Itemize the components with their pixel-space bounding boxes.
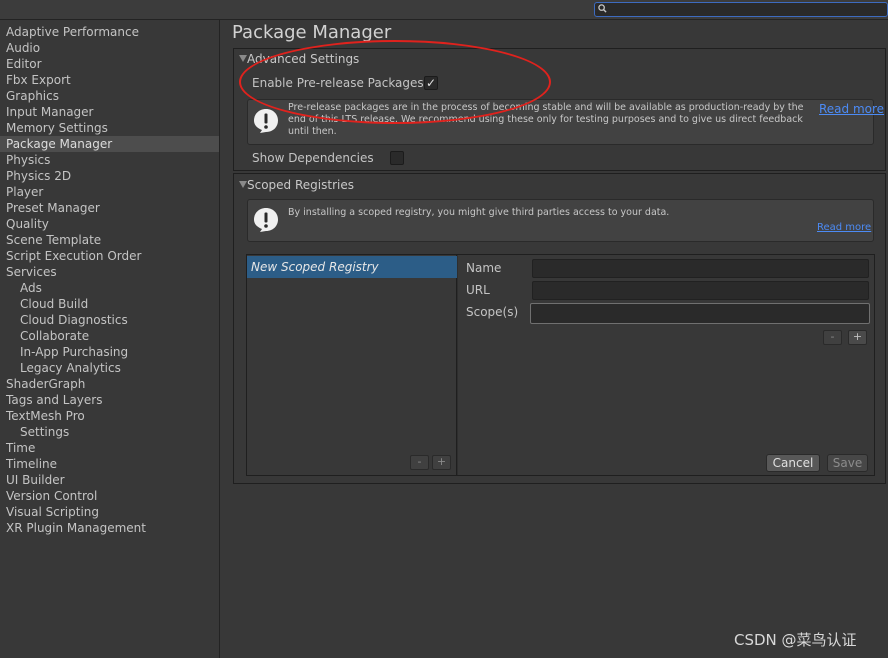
sidebar-item-scene-template[interactable]: Scene Template: [0, 232, 219, 248]
advanced-settings-header: Advanced Settings: [247, 52, 360, 66]
sidebar-item-memory-settings[interactable]: Memory Settings: [0, 120, 219, 136]
sidebar-item-script-execution-order[interactable]: Script Execution Order: [0, 248, 219, 264]
show-dependencies-checkbox[interactable]: [390, 151, 404, 165]
registry-details: Name URL Scope(s) - + Cancel Save: [458, 255, 874, 475]
sidebar-item-preset-manager[interactable]: Preset Manager: [0, 200, 219, 216]
add-registry-button[interactable]: +: [432, 455, 451, 470]
cancel-button[interactable]: Cancel: [766, 454, 820, 472]
sidebar-item-graphics[interactable]: Graphics: [0, 88, 219, 104]
sidebar-item-physics[interactable]: Physics: [0, 152, 219, 168]
advanced-settings-section: Advanced Settings Enable Pre-release Pac…: [233, 48, 886, 171]
search-field[interactable]: [594, 2, 888, 17]
prerelease-read-more-link[interactable]: Read more: [819, 102, 884, 116]
registry-list-item[interactable]: New Scoped Registry: [247, 256, 457, 278]
sidebar-item-fbx-export[interactable]: Fbx Export: [0, 72, 219, 88]
sidebar-item-collaborate[interactable]: Collaborate: [0, 328, 219, 344]
sidebar-item-settings[interactable]: Settings: [0, 424, 219, 440]
prerelease-help-text: Pre-release packages are in the process …: [288, 102, 804, 137]
add-scope-button[interactable]: +: [848, 330, 867, 345]
sidebar-item-timeline[interactable]: Timeline: [0, 456, 219, 472]
sidebar-item-package-manager[interactable]: Package Manager: [0, 136, 219, 152]
sidebar-item-tags-and-layers[interactable]: Tags and Layers: [0, 392, 219, 408]
sidebar-item-editor[interactable]: Editor: [0, 56, 219, 72]
scoped-read-more-link[interactable]: Read more: [817, 222, 871, 233]
sidebar-item-version-control[interactable]: Version Control: [0, 488, 219, 504]
scopes-label: Scope(s): [466, 305, 519, 319]
sidebar-item-textmesh-pro[interactable]: TextMesh Pro: [0, 408, 219, 424]
url-field[interactable]: [532, 281, 869, 300]
sidebar-item-in-app-purchasing[interactable]: In-App Purchasing: [0, 344, 219, 360]
scopes-field[interactable]: [530, 303, 870, 324]
sidebar-item-input-manager[interactable]: Input Manager: [0, 104, 219, 120]
enable-prerelease-checkbox[interactable]: ✓: [424, 76, 438, 90]
sidebar-item-cloud-build[interactable]: Cloud Build: [0, 296, 219, 312]
sidebar-item-quality[interactable]: Quality: [0, 216, 219, 232]
search-icon: [598, 4, 607, 13]
toolbar: [0, 0, 888, 20]
sidebar-item-adaptive-performance[interactable]: Adaptive Performance: [0, 24, 219, 40]
sidebar-item-player[interactable]: Player: [0, 184, 219, 200]
prerelease-help-box: Pre-release packages are in the process …: [247, 99, 884, 145]
sidebar-item-physics-2d[interactable]: Physics 2D: [0, 168, 219, 184]
package-manager-panel: Package Manager Advanced Settings Enable…: [221, 20, 888, 658]
warning-icon: [254, 109, 278, 133]
scoped-registries-section: Scoped Registries By installing a scoped…: [233, 173, 886, 484]
scoped-help-text: By installing a scoped registry, you mig…: [288, 207, 670, 218]
scoped-registries-header: Scoped Registries: [247, 178, 354, 192]
foldout-arrow-icon: [239, 181, 247, 188]
checkmark-icon: ✓: [426, 76, 437, 90]
page-title: Package Manager: [232, 22, 392, 43]
name-label: Name: [466, 261, 502, 275]
sidebar-item-cloud-diagnostics[interactable]: Cloud Diagnostics: [0, 312, 219, 328]
save-button[interactable]: Save: [827, 454, 868, 472]
sidebar-item-ads[interactable]: Ads: [0, 280, 219, 296]
sidebar-item-audio[interactable]: Audio: [0, 40, 219, 56]
sidebar-item-xr-plugin-management[interactable]: XR Plugin Management: [0, 520, 219, 536]
scoped-registry-editor: New Scoped Registry - + Name URL Scope(s…: [246, 254, 875, 476]
settings-sidebar: Adaptive Performance Audio Editor Fbx Expor…: [0, 20, 220, 658]
sidebar-item-legacy-analytics[interactable]: Legacy Analytics: [0, 360, 219, 376]
sidebar-item-time[interactable]: Time: [0, 440, 219, 456]
sidebar-item-services[interactable]: Services: [0, 264, 219, 280]
show-dependencies-label: Show Dependencies: [252, 151, 374, 165]
sidebar-item-visual-scripting[interactable]: Visual Scripting: [0, 504, 219, 520]
watermark: CSDN @菜鸟认证: [734, 631, 857, 649]
remove-registry-button[interactable]: -: [410, 455, 429, 470]
advanced-settings-foldout[interactable]: Advanced Settings: [239, 51, 359, 67]
remove-scope-button[interactable]: -: [823, 330, 842, 345]
scoped-help-box: By installing a scoped registry, you mig…: [247, 199, 874, 242]
url-label: URL: [466, 283, 490, 297]
sidebar-item-shadergraph[interactable]: ShaderGraph: [0, 376, 219, 392]
enable-prerelease-label: Enable Pre-release Packages: [252, 76, 424, 90]
scoped-registries-foldout[interactable]: Scoped Registries: [239, 177, 354, 193]
registry-list: New Scoped Registry - +: [247, 255, 457, 475]
foldout-arrow-icon: [239, 55, 247, 62]
warning-icon: [254, 208, 278, 232]
name-field[interactable]: [532, 259, 869, 278]
sidebar-item-ui-builder[interactable]: UI Builder: [0, 472, 219, 488]
